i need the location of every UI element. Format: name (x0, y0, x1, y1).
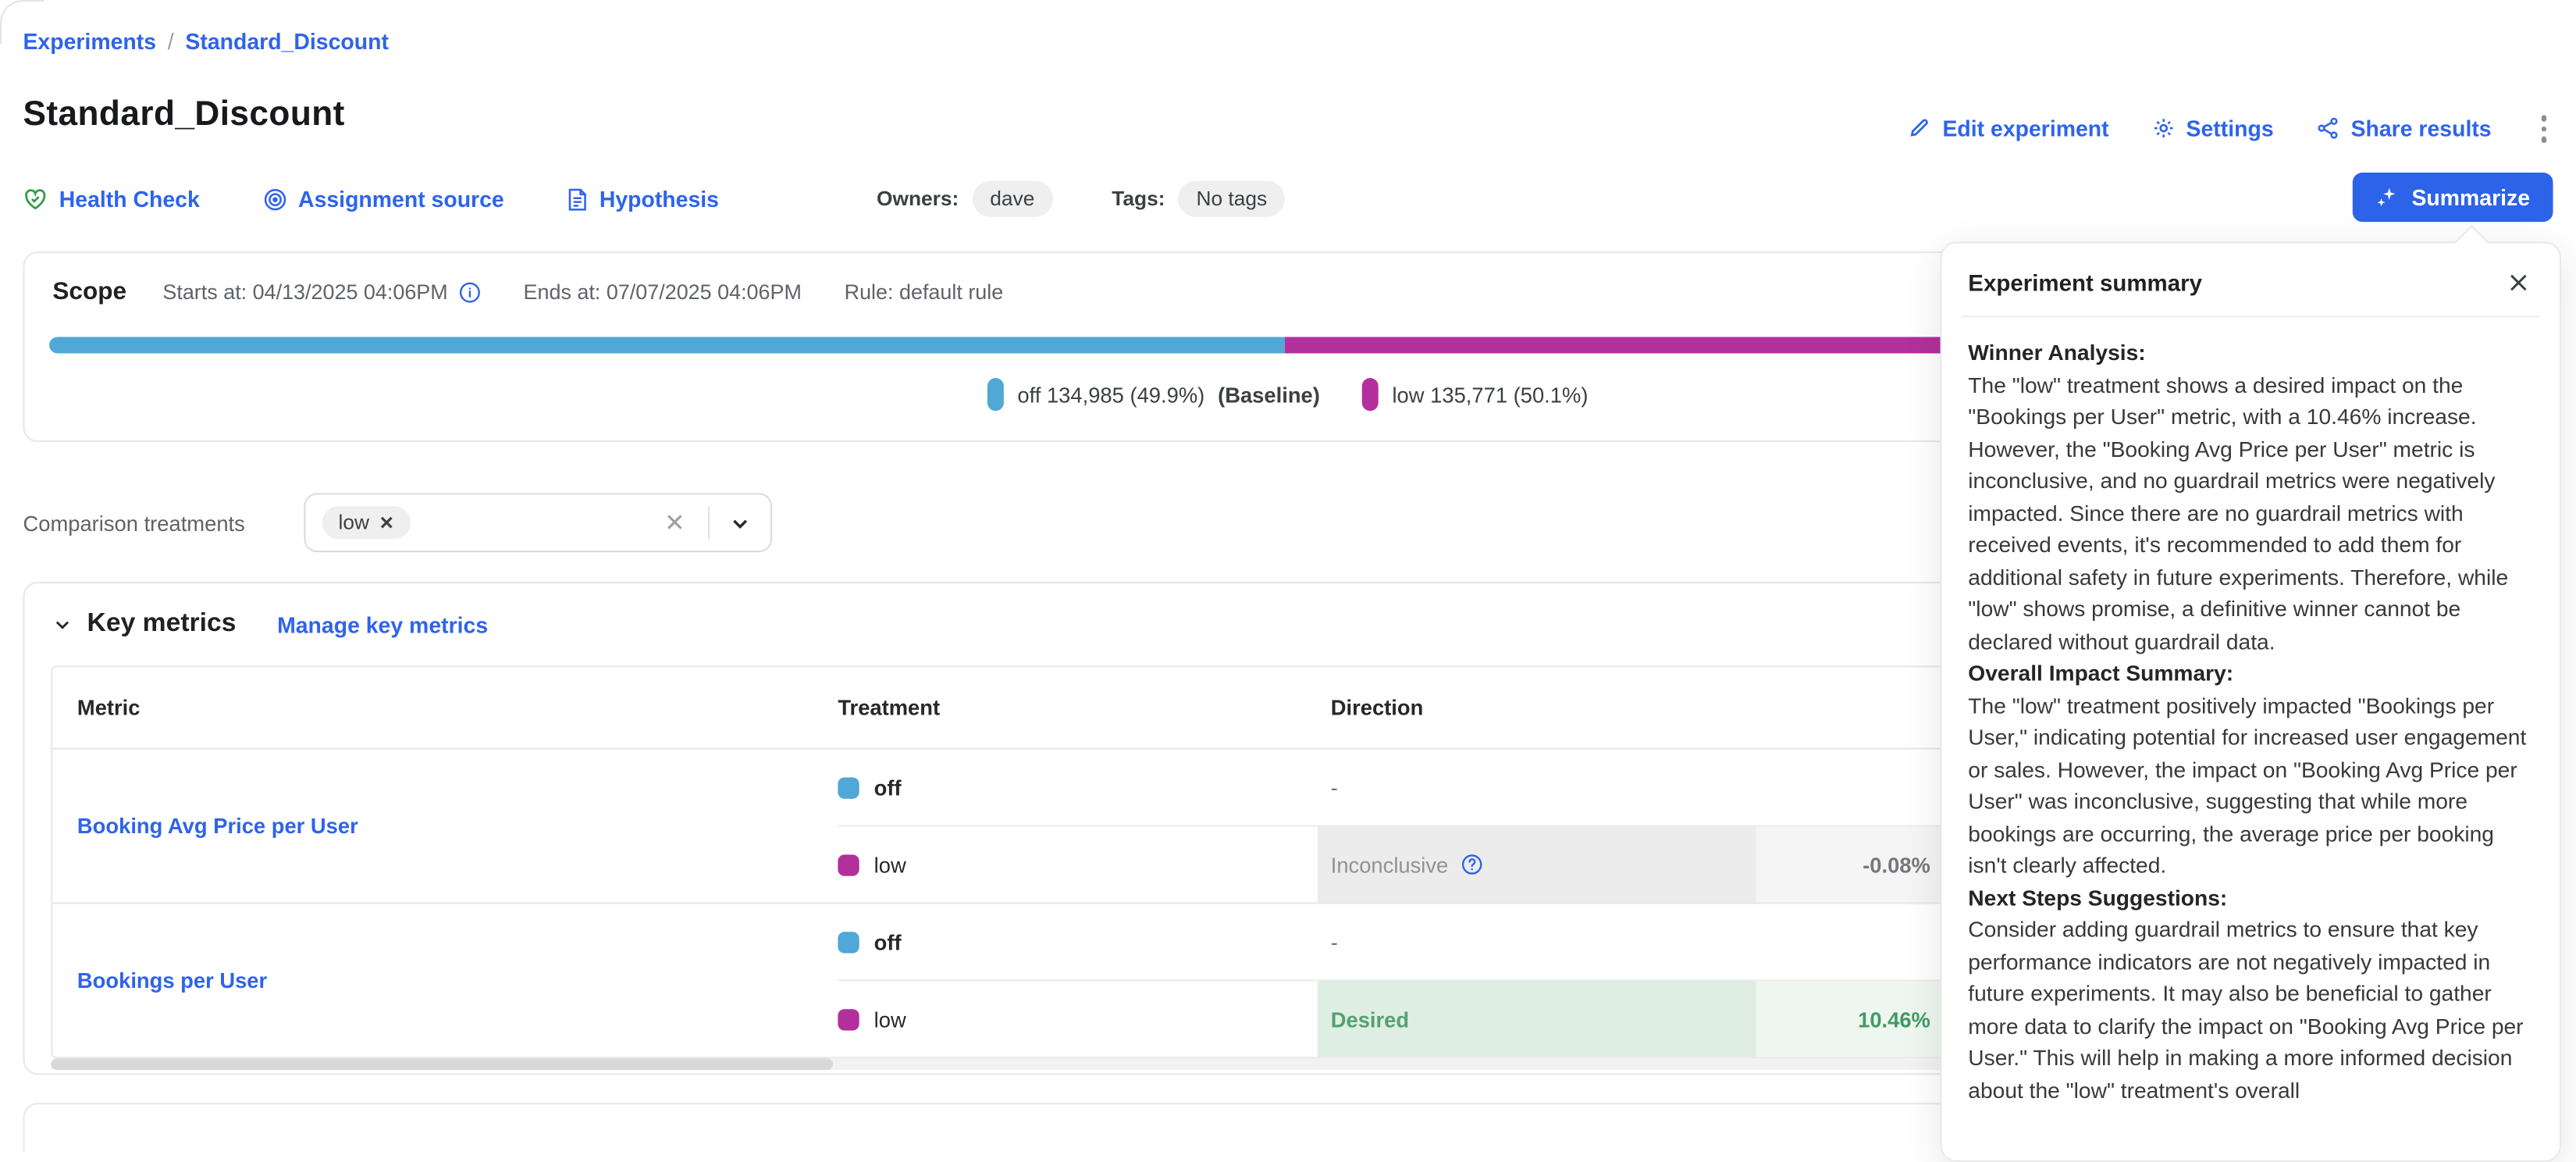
owners-group: Owners: dave (877, 181, 1052, 217)
direction-value-cell: -0.08% (1756, 827, 1950, 903)
treatment-name: off (874, 775, 902, 800)
scope-rule: Rule: default rule (845, 280, 1004, 305)
summarize-label: Summarize (2411, 185, 2530, 210)
direction-label: Desired (1331, 1007, 1409, 1032)
summarize-button[interactable]: Summarize (2353, 173, 2553, 222)
comparison-treatments-row: Comparison treatments low ✕ ✕ (23, 493, 772, 552)
share-results-button[interactable]: Share results (2316, 116, 2491, 141)
scope-ends-at: Ends at: 07/07/2025 04:06PM (524, 280, 802, 305)
health-check-label: Health Check (59, 187, 200, 212)
assignment-source-label: Assignment source (298, 187, 504, 212)
settings-button[interactable]: Settings (2151, 116, 2273, 141)
comparison-treatments-select[interactable]: low ✕ ✕ (304, 493, 772, 552)
scope-starts-at: Starts at: 04/13/2025 04:06PM (162, 280, 447, 305)
pencil-icon (1908, 117, 1930, 140)
target-icon (262, 187, 287, 212)
treatment-swatch-low (838, 854, 859, 875)
treatment-chip-low[interactable]: low ✕ (322, 506, 411, 539)
assignment-source-link[interactable]: Assignment source (262, 187, 504, 212)
breadcrumb-separator: / (168, 30, 174, 55)
select-clear-icon[interactable]: ✕ (655, 508, 696, 537)
legend-swatch-off (988, 378, 1005, 411)
overall-impact-heading: Overall Impact Summary: (1968, 658, 2533, 690)
treatment-swatch-off (838, 776, 859, 797)
heart-check-icon (23, 187, 48, 212)
treatment-chip-label: low (339, 511, 369, 534)
share-results-label: Share results (2351, 116, 2492, 141)
legend-item-off: off 134,985 (49.9%) (Baseline) (988, 378, 1320, 411)
legend-text-off: off 134,985 (49.9%) (1017, 382, 1204, 407)
tags-label: Tags: (1112, 187, 1165, 210)
legend-baseline-suffix: (Baseline) (1218, 382, 1320, 407)
more-options-button[interactable] (2534, 109, 2553, 149)
document-icon (567, 187, 588, 212)
overall-impact-text: The "low" treatment positively impacted … (1968, 690, 2533, 882)
tags-pill[interactable]: No tags (1178, 181, 1285, 217)
header-actions: Edit experiment Settings Share results (1908, 109, 2553, 149)
direction-cell-inconclusive: Inconclusive (1318, 827, 1756, 903)
key-metrics-collapse-toggle[interactable]: Key metrics (52, 610, 236, 640)
chevron-down-icon (52, 615, 72, 634)
close-icon[interactable] (2503, 268, 2533, 298)
legend-swatch-low (1363, 378, 1379, 411)
winner-analysis-heading: Winner Analysis: (1968, 337, 2533, 369)
comparison-treatments-label: Comparison treatments (23, 510, 304, 535)
treatment-name: low (874, 852, 906, 877)
help-circle-icon[interactable] (1460, 853, 1482, 875)
direction-value-cell: 10.46% (1756, 981, 1950, 1057)
direction-cell: - (1318, 750, 1756, 825)
metric-link-booking-avg-price[interactable]: Booking Avg Price per User (77, 814, 358, 839)
chip-remove-icon[interactable]: ✕ (379, 512, 394, 533)
summary-panel-body: Winner Analysis: The "low" treatment sho… (1942, 317, 2560, 1106)
allocation-segment-off (49, 337, 1286, 353)
health-check-link[interactable]: Health Check (23, 187, 199, 212)
select-divider (708, 506, 710, 539)
hypothesis-link[interactable]: Hypothesis (567, 187, 719, 212)
manage-key-metrics-link[interactable]: Manage key metrics (277, 612, 488, 637)
edit-experiment-button[interactable]: Edit experiment (1908, 116, 2108, 141)
winner-analysis-text: The "low" treatment shows a desired impa… (1968, 369, 2533, 657)
horizontal-scrollbar-thumb[interactable] (51, 1058, 833, 1070)
column-header-treatment: Treatment (838, 695, 1318, 720)
treatment-swatch-low (838, 1008, 859, 1029)
gear-icon (2151, 117, 2174, 140)
chevron-down-icon[interactable] (723, 512, 757, 533)
treatment-name: off (874, 929, 902, 954)
direction-cell: - (1318, 904, 1756, 980)
owner-pill[interactable]: dave (972, 181, 1052, 217)
breadcrumb-experiments-link[interactable]: Experiments (23, 30, 156, 55)
next-steps-text: Consider adding guardrail metrics to ens… (1968, 914, 2533, 1106)
experiment-page: Experiments / Standard_Discount Standard… (0, 0, 2576, 1126)
direction-cell-desired: Desired (1318, 981, 1756, 1057)
direction-label: Inconclusive (1331, 852, 1449, 877)
direction-value-cell (1756, 750, 1950, 825)
breadcrumb-current-link[interactable]: Standard_Discount (185, 30, 389, 55)
column-header-metric: Metric (52, 695, 838, 720)
legend-item-low: low 135,771 (50.1%) (1363, 378, 1589, 411)
settings-label: Settings (2186, 116, 2274, 141)
hypothesis-label: Hypothesis (600, 187, 719, 212)
tags-group: Tags: No tags (1112, 181, 1285, 217)
breadcrumb: Experiments / Standard_Discount (23, 30, 388, 55)
direction-value-cell (1756, 904, 1950, 980)
key-metrics-title: Key metrics (87, 610, 237, 640)
info-icon[interactable] (457, 280, 480, 303)
summary-panel-title: Experiment summary (1968, 269, 2202, 296)
sparkle-icon (2375, 186, 2398, 209)
experiment-summary-panel: Experiment summary Winner Analysis: The … (1941, 241, 2562, 1162)
page-title: Standard_Discount (23, 95, 344, 135)
next-steps-heading: Next Steps Suggestions: (1968, 882, 2533, 914)
metric-link-bookings-per-user[interactable]: Bookings per User (77, 968, 267, 993)
edit-experiment-label: Edit experiment (1942, 116, 2108, 141)
legend-text-low: low 135,771 (50.1%) (1392, 382, 1588, 407)
scope-title: Scope (52, 278, 126, 306)
meta-row: Health Check Assignment source Hypothesi… (23, 177, 2553, 220)
treatment-name: low (874, 1007, 906, 1032)
share-icon (2316, 117, 2339, 140)
owners-label: Owners: (877, 187, 959, 210)
scope-meta: Starts at: 04/13/2025 04:06PM Ends at: 0… (162, 280, 1046, 305)
treatment-swatch-off (838, 931, 859, 952)
